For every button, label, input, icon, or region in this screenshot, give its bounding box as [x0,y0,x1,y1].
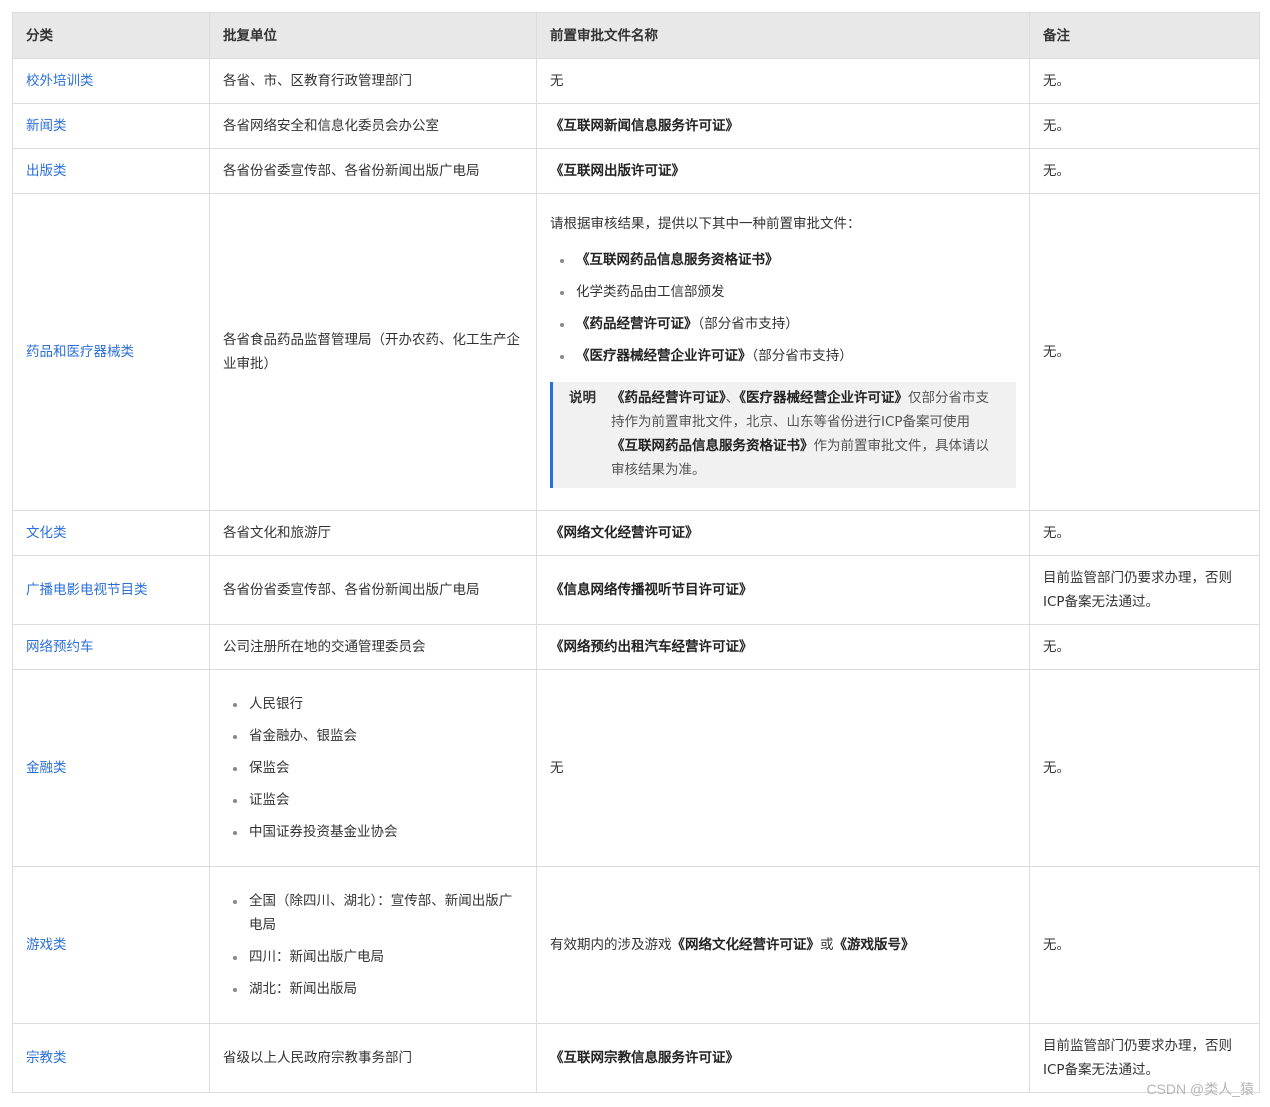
unit-cell: 省级以上人民政府宗教事务部门 [209,1023,537,1093]
note-text: 《药品经营许可证》、《医疗器械经营企业许可证》仅部分省市支持作为前置审批文件，北… [611,390,989,478]
document-name: 《信息网络传播视听节目许可证》 [550,582,753,598]
unit-cell: 各省文化和旅游厅 [209,510,537,556]
document-list: 《互联网药品信息服务资格证书》 化学类药品由工信部颁发 《药品经营许可证》（部分… [550,248,1016,368]
category-cell: 新闻类 [12,103,210,149]
table-row: 游戏类 全国（除四川、湖北）：宣传部、新闻出版广电局 四川：新闻出版广电局 湖北… [12,866,1260,1024]
document-cell: 无 [536,58,1030,104]
unit-cell: 各省网络安全和信息化委员会办公室 [209,103,537,149]
unit-cell: 各省、市、区教育行政管理部门 [209,58,537,104]
note-label: 说明 [569,390,596,406]
category-cell: 广播电影电视节目类 [12,555,210,625]
list-item: 人民银行 [233,692,523,716]
remark-cell: 无。 [1029,148,1260,194]
table-row: 广播电影电视节目类 各省份省委宣传部、各省份新闻出版广电局 《信息网络传播视听节… [12,555,1260,625]
table-row: 校外培训类 各省、市、区教育行政管理部门 无 无。 [12,58,1260,104]
table-row: 金融类 人民银行 省金融办、银监会 保监会 证监会 中国证券投资基金业协会 无 … [12,669,1260,867]
remark-cell: 无。 [1029,58,1260,104]
document-cell: 《网络文化经营许可证》 [536,510,1030,556]
category-link[interactable]: 出版类 [26,163,67,179]
remark-cell: 无。 [1029,624,1260,670]
document-cell: 有效期内的涉及游戏《网络文化经营许可证》或《游戏版号》 [536,866,1030,1024]
remark-cell: 无。 [1029,866,1260,1024]
list-item: 《药品经营许可证》（部分省市支持） [560,312,1016,336]
remark-cell: 无。 [1029,193,1260,511]
table-row: 文化类 各省文化和旅游厅 《网络文化经营许可证》 无。 [12,510,1260,556]
category-link[interactable]: 网络预约车 [26,639,94,655]
list-item: 《医疗器械经营企业许可证》（部分省市支持） [560,344,1016,368]
document-cell: 《互联网出版许可证》 [536,148,1030,194]
category-link[interactable]: 校外培训类 [26,73,94,89]
list-item: 全国（除四川、湖北）：宣传部、新闻出版广电局 [233,889,523,937]
document-cell: 无 [536,669,1030,867]
remark-cell: 无。 [1029,669,1260,867]
table-row: 宗教类 省级以上人民政府宗教事务部门 《互联网宗教信息服务许可证》 目前监管部门… [12,1023,1260,1093]
document-cell: 《信息网络传播视听节目许可证》 [536,555,1030,625]
document-intro: 请根据审核结果，提供以下其中一种前置审批文件： [550,216,861,232]
document-cell: 《网络预约出租汽车经营许可证》 [536,624,1030,670]
unit-cell: 全国（除四川、湖北）：宣传部、新闻出版广电局 四川：新闻出版广电局 湖北：新闻出… [209,866,537,1024]
unit-cell: 各省份省委宣传部、各省份新闻出版广电局 [209,148,537,194]
unit-list: 人民银行 省金融办、银监会 保监会 证监会 中国证券投资基金业协会 [223,692,523,844]
document-name: 《网络文化经营许可证》 [550,525,699,541]
document-cell: 《互联网宗教信息服务许可证》 [536,1023,1030,1093]
category-link[interactable]: 药品和医疗器械类 [26,344,134,360]
unit-cell: 各省份省委宣传部、各省份新闻出版广电局 [209,555,537,625]
category-cell: 金融类 [12,669,210,867]
header-category: 分类 [12,12,210,59]
category-link[interactable]: 新闻类 [26,118,67,134]
category-link[interactable]: 宗教类 [26,1050,67,1066]
list-item: 省金融办、银监会 [233,724,523,748]
list-item: 《互联网药品信息服务资格证书》 [560,248,1016,272]
category-link[interactable]: 文化类 [26,525,67,541]
document-cell: 请根据审核结果，提供以下其中一种前置审批文件： 《互联网药品信息服务资格证书》 … [536,193,1030,511]
header-document: 前置审批文件名称 [536,12,1030,59]
document-name: 《互联网新闻信息服务许可证》 [550,118,739,134]
list-item: 保监会 [233,756,523,780]
header-remark: 备注 [1029,12,1260,59]
document-cell: 《互联网新闻信息服务许可证》 [536,103,1030,149]
document-name: 《互联网出版许可证》 [550,163,685,179]
remark-cell: 目前监管部门仍要求办理，否则ICP备案无法通过。 [1029,555,1260,625]
remark-cell: 无。 [1029,103,1260,149]
category-cell: 文化类 [12,510,210,556]
approval-table: 分类 批复单位 前置审批文件名称 备注 校外培训类 各省、市、区教育行政管理部门… [12,12,1260,1093]
list-item: 湖北：新闻出版局 [233,977,523,1001]
category-cell: 宗教类 [12,1023,210,1093]
list-item: 中国证券投资基金业协会 [233,820,523,844]
category-link[interactable]: 金融类 [26,760,67,776]
category-cell: 校外培训类 [12,58,210,104]
table-row: 出版类 各省份省委宣传部、各省份新闻出版广电局 《互联网出版许可证》 无。 [12,148,1260,194]
note-box: 说明 《药品经营许可证》、《医疗器械经营企业许可证》仅部分省市支持作为前置审批文… [550,382,1016,488]
unit-cell: 人民银行 省金融办、银监会 保监会 证监会 中国证券投资基金业协会 [209,669,537,867]
category-cell: 游戏类 [12,866,210,1024]
category-cell: 网络预约车 [12,624,210,670]
unit-list: 全国（除四川、湖北）：宣传部、新闻出版广电局 四川：新闻出版广电局 湖北：新闻出… [223,889,523,1001]
table-row: 药品和医疗器械类 各省食品药品监督管理局（开办农药、化工生产企业审批） 请根据审… [12,193,1260,511]
header-unit: 批复单位 [209,12,537,59]
table-row: 网络预约车 公司注册所在地的交通管理委员会 《网络预约出租汽车经营许可证》 无。 [12,624,1260,670]
unit-cell: 各省食品药品监督管理局（开办农药、化工生产企业审批） [209,193,537,511]
remark-cell: 无。 [1029,510,1260,556]
category-cell: 出版类 [12,148,210,194]
unit-cell: 公司注册所在地的交通管理委员会 [209,624,537,670]
table-row: 新闻类 各省网络安全和信息化委员会办公室 《互联网新闻信息服务许可证》 无。 [12,103,1260,149]
document-name: 《网络预约出租汽车经营许可证》 [550,639,753,655]
list-item: 化学类药品由工信部颁发 [560,280,1016,304]
document-name: 《互联网宗教信息服务许可证》 [550,1050,739,1066]
watermark: CSDN @类人_猿 [1146,1081,1254,1097]
table-header-row: 分类 批复单位 前置审批文件名称 备注 [12,12,1260,59]
list-item: 四川：新闻出版广电局 [233,945,523,969]
category-link[interactable]: 广播电影电视节目类 [26,582,148,598]
category-link[interactable]: 游戏类 [26,937,67,953]
category-cell: 药品和医疗器械类 [12,193,210,511]
list-item: 证监会 [233,788,523,812]
